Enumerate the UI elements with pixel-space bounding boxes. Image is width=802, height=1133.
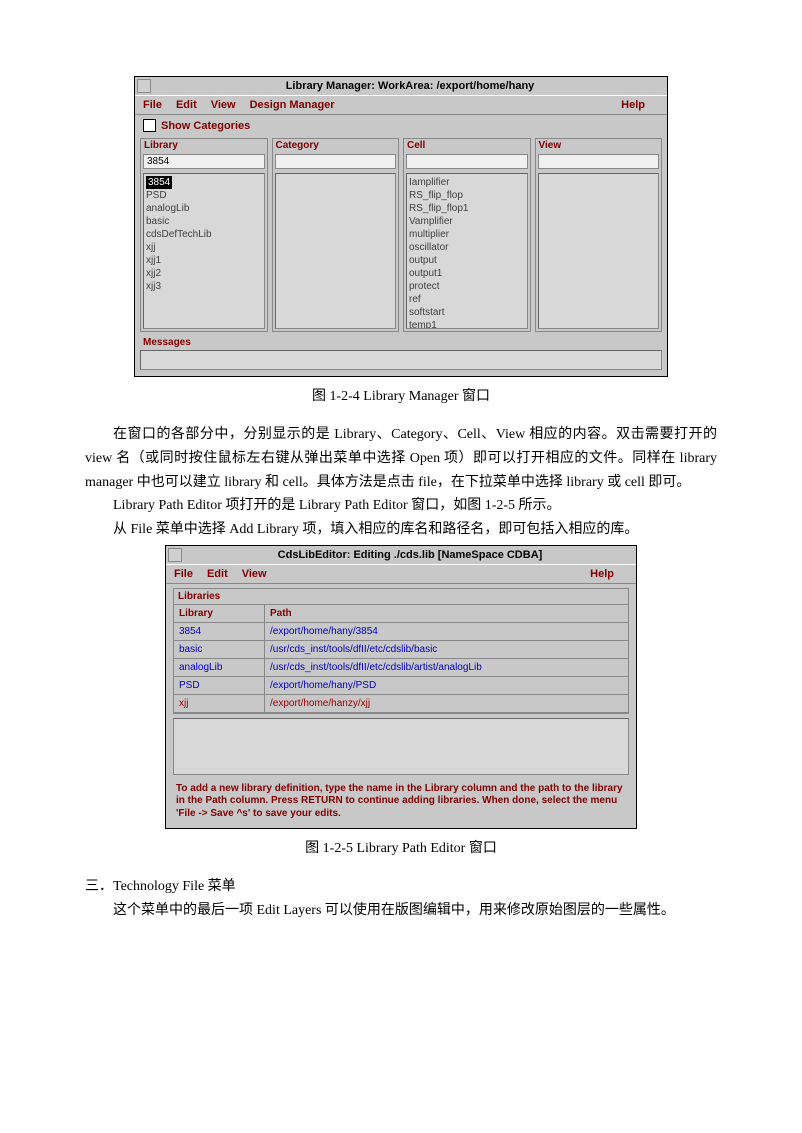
list-item[interactable]: PSD: [146, 189, 262, 202]
messages-label: Messages: [140, 337, 662, 348]
category-list[interactable]: [275, 173, 397, 329]
list-item[interactable]: Vamplifier: [409, 215, 525, 228]
cell-path[interactable]: /usr/cds_inst/tools/dfII/etc/cdslib/basi…: [265, 641, 628, 658]
window-menu-button[interactable]: [137, 79, 151, 93]
menubar: File Edit View Design Manager Help: [135, 95, 667, 115]
titlebar: Library Manager: WorkArea: /export/home/…: [135, 77, 667, 95]
cell-library[interactable]: basic: [174, 641, 265, 658]
menu-view[interactable]: View: [211, 99, 236, 111]
cell-path[interactable]: /export/home/hanzy/xjj: [265, 695, 628, 712]
table-row[interactable]: xjj/export/home/hanzy/xjj: [174, 695, 628, 713]
cell-library[interactable]: PSD: [174, 677, 265, 694]
show-categories-row: Show Categories: [135, 115, 667, 136]
list-item[interactable]: oscillator: [409, 241, 525, 254]
library-manager-window: Library Manager: WorkArea: /export/home/…: [134, 76, 668, 377]
category-pane: Category: [272, 138, 400, 332]
view-filter-input[interactable]: [538, 154, 660, 169]
libraries-panel: Libraries Library Path 3854/export/home/…: [173, 588, 629, 714]
menu-design-manager[interactable]: Design Manager: [250, 99, 335, 111]
menubar: File Edit View Help: [166, 564, 636, 584]
menu-file[interactable]: File: [143, 99, 162, 111]
paragraph-2: Library Path Editor 项打开的是 Library Path E…: [113, 494, 717, 518]
list-item[interactable]: 3854: [146, 176, 262, 189]
paragraph-1: 在窗口的各部分中，分别显示的是 Library、Category、Cell、Vi…: [85, 423, 717, 494]
list-item[interactable]: RS_flip_flop: [409, 189, 525, 202]
section-3-body: 这个菜单中的最后一项 Edit Layers 可以使用在版图编辑中，用来修改原始…: [85, 899, 717, 923]
cell-path[interactable]: /usr/cds_inst/tools/dfII/etc/cdslib/arti…: [265, 659, 628, 676]
cell-path[interactable]: /export/home/hany/3854: [265, 623, 628, 640]
messages-area: [140, 350, 662, 370]
editor-hint: To add a new library definition, type th…: [166, 779, 636, 829]
cell-library[interactable]: xjj: [174, 695, 265, 712]
show-categories-checkbox[interactable]: [143, 119, 156, 132]
menu-file[interactable]: File: [174, 568, 193, 580]
view-pane: View: [535, 138, 663, 332]
list-item[interactable]: protect: [409, 280, 525, 293]
table-row[interactable]: basic/usr/cds_inst/tools/dfII/etc/cdslib…: [174, 641, 628, 659]
category-filter-input[interactable]: [275, 154, 397, 169]
library-label: Library: [141, 139, 267, 152]
libraries-header-row: Library Path: [174, 605, 628, 623]
list-item[interactable]: temp1: [409, 319, 525, 329]
libraries-empty-area[interactable]: [173, 718, 629, 775]
list-item[interactable]: multiplier: [409, 228, 525, 241]
cell-label: Cell: [404, 139, 530, 152]
window-menu-button[interactable]: [168, 548, 182, 562]
show-categories-label: Show Categories: [161, 120, 250, 132]
cell-library[interactable]: analogLib: [174, 659, 265, 676]
view-label: View: [536, 139, 662, 152]
titlebar: CdsLibEditor: Editing ./cds.lib [NameSpa…: [166, 546, 636, 564]
header-library: Library: [174, 605, 265, 622]
menu-edit[interactable]: Edit: [176, 99, 197, 111]
paragraph-3: 从 File 菜单中选择 Add Library 项，填入相应的库名和路径名，即…: [113, 518, 717, 542]
library-list[interactable]: 3854PSDanalogLibbasiccdsDefTechLibxjjxjj…: [143, 173, 265, 329]
library-filter-input[interactable]: 3854: [143, 154, 265, 169]
header-path: Path: [265, 605, 628, 622]
list-item[interactable]: xjj2: [146, 267, 262, 280]
list-item[interactable]: RS_flip_flop1: [409, 202, 525, 215]
cell-pane: Cell IamplifierRS_flip_flopRS_flip_flop1…: [403, 138, 531, 332]
list-item[interactable]: analogLib: [146, 202, 262, 215]
menu-view[interactable]: View: [242, 568, 267, 580]
view-list[interactable]: [538, 173, 660, 329]
list-item[interactable]: xjj3: [146, 280, 262, 293]
list-item[interactable]: output1: [409, 267, 525, 280]
list-item[interactable]: output: [409, 254, 525, 267]
menu-help[interactable]: Help: [621, 99, 645, 111]
table-row[interactable]: analogLib/usr/cds_inst/tools/dfII/etc/cd…: [174, 659, 628, 677]
list-item[interactable]: Iamplifier: [409, 176, 525, 189]
list-item[interactable]: cdsDefTechLib: [146, 228, 262, 241]
list-item[interactable]: softstart: [409, 306, 525, 319]
library-pane: Library 3854 3854PSDanalogLibbasiccdsDef…: [140, 138, 268, 332]
menu-help[interactable]: Help: [590, 568, 614, 580]
cell-list[interactable]: IamplifierRS_flip_flopRS_flip_flop1Vampl…: [406, 173, 528, 329]
cell-library[interactable]: 3854: [174, 623, 265, 640]
list-item[interactable]: basic: [146, 215, 262, 228]
figure-1-2-4-caption: 图 1-2-4 Library Manager 窗口: [85, 385, 717, 405]
category-label: Category: [273, 139, 399, 152]
table-row[interactable]: PSD/export/home/hany/PSD: [174, 677, 628, 695]
table-row[interactable]: 3854/export/home/hany/3854: [174, 623, 628, 641]
menu-edit[interactable]: Edit: [207, 568, 228, 580]
cell-filter-input[interactable]: [406, 154, 528, 169]
window-title: Library Manager: WorkArea: /export/home/…: [153, 80, 667, 92]
list-item[interactable]: ref: [409, 293, 525, 306]
cdslib-editor-window: CdsLibEditor: Editing ./cds.lib [NameSpa…: [165, 545, 637, 830]
libraries-label: Libraries: [174, 589, 628, 605]
list-item[interactable]: xjj: [146, 241, 262, 254]
window-title: CdsLibEditor: Editing ./cds.lib [NameSpa…: [184, 549, 636, 561]
list-item[interactable]: xjj1: [146, 254, 262, 267]
cell-path[interactable]: /export/home/hany/PSD: [265, 677, 628, 694]
section-3-title: 三．Technology File 菜单: [85, 875, 717, 899]
figure-1-2-5-caption: 图 1-2-5 Library Path Editor 窗口: [85, 837, 717, 857]
